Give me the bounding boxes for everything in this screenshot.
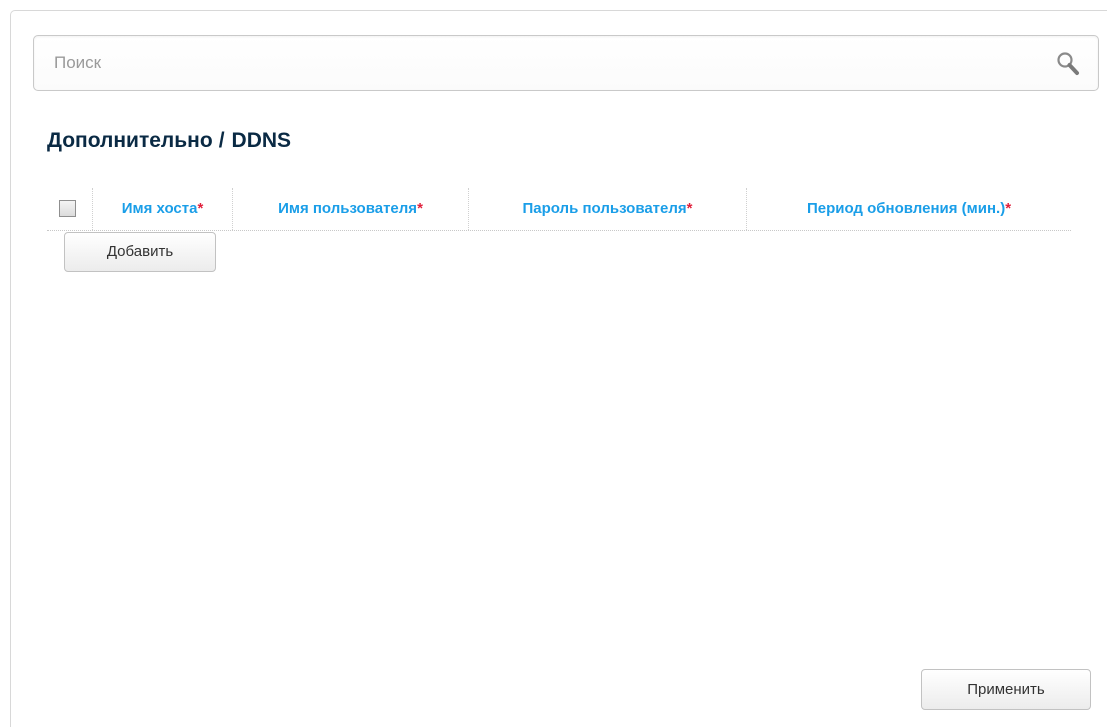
column-label-username: Имя пользователя <box>278 200 418 217</box>
search-input[interactable] <box>34 36 1098 90</box>
page-title: Дополнительно / DDNS <box>47 129 291 153</box>
select-all-cell <box>47 188 93 230</box>
required-mark: * <box>197 200 204 217</box>
column-header-password[interactable]: Пароль пользователя* <box>469 188 747 230</box>
add-button[interactable]: Добавить <box>64 232 216 272</box>
breadcrumb-parent[interactable]: Дополнительно <box>47 129 213 152</box>
column-header-hostname[interactable]: Имя хоста* <box>93 188 233 230</box>
breadcrumb-current: DDNS <box>231 129 292 152</box>
search-icon[interactable] <box>1054 50 1082 78</box>
column-label-update-period: Период обновления (мин.) <box>806 200 1006 217</box>
search-box <box>33 35 1099 91</box>
content-panel <box>10 10 1107 727</box>
ddns-table-header: Имя хоста* Имя пользователя* Пароль поль… <box>47 188 1071 231</box>
select-all-checkbox[interactable] <box>59 200 76 217</box>
required-mark: * <box>1005 200 1012 217</box>
column-header-update-period[interactable]: Период обновления (мин.)* <box>747 188 1071 230</box>
required-mark: * <box>417 200 423 217</box>
column-label-password: Пароль пользователя <box>522 200 687 217</box>
breadcrumb-separator: / <box>218 129 225 152</box>
column-header-username[interactable]: Имя пользователя* <box>233 188 469 230</box>
required-mark: * <box>686 200 693 217</box>
column-label-hostname: Имя хоста <box>121 200 198 217</box>
apply-button[interactable]: Применить <box>921 669 1091 710</box>
